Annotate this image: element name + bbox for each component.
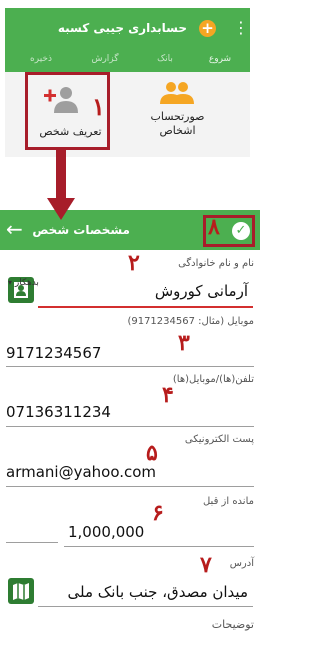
phone-underline	[6, 426, 254, 427]
mobile-label: موبایل (مثال: 9171234567)	[127, 316, 254, 327]
persons-statement-label: صورتحساب اشخاص	[150, 110, 205, 137]
mobile-field[interactable]: 9171234567	[6, 344, 101, 362]
name-field[interactable]: آرمانی کوروش	[155, 282, 248, 300]
balance-field[interactable]: 1,000,000	[68, 523, 144, 541]
step-number-8: ۸	[208, 214, 220, 240]
step-number-3: ۳	[178, 330, 190, 356]
step-number-2: ۲	[128, 250, 140, 276]
balance-type-select[interactable]: ▾ بدهکار	[8, 278, 39, 288]
step-number-7: ۷	[200, 552, 212, 578]
step-number-6: ۶	[152, 500, 164, 526]
balance-label: مانده از قبل	[202, 496, 254, 507]
app-title: حسابداری جیبی کسبه	[57, 21, 187, 35]
tab-report[interactable]: گزارش	[75, 48, 135, 72]
tab-start[interactable]: شروع	[190, 48, 250, 72]
group-icon	[160, 82, 194, 104]
home-tiles: تعریف شخص صورتحساب اشخاص	[5, 72, 250, 157]
confirm-highlight: ۸ ✓	[203, 214, 255, 247]
balance-type-value: بدهکار	[14, 278, 39, 288]
email-field[interactable]: armani@yahoo.com	[6, 463, 156, 481]
person-form: نام و نام خانوادگی ۲ آرمانی کوروش موبایل…	[0, 250, 260, 653]
define-person-label: تعریف شخص	[39, 125, 102, 138]
step-number-1: ۱	[92, 92, 105, 121]
person-add-icon	[44, 87, 78, 113]
map-icon[interactable]	[8, 578, 34, 604]
address-underline	[38, 606, 253, 607]
persons-statement-tile[interactable]: صورتحساب اشخاص	[135, 72, 220, 150]
notes-label[interactable]: توضیحات	[212, 618, 254, 631]
name-label: نام و نام خانوادگی	[178, 258, 254, 269]
check-circle-icon[interactable]: ✓	[232, 222, 250, 240]
address-label: آدرس	[229, 558, 254, 569]
more-vert-icon[interactable]: ⋮	[233, 18, 249, 38]
email-label: پست الکترونیکی	[184, 434, 254, 445]
tab-save[interactable]: ذخیره	[11, 48, 71, 72]
home-screen: ⋮ + حسابداری جیبی کسبه شروع بانک گزارش ذ…	[0, 0, 260, 160]
phone-label: تلفن(ها)/موبایل(ها)	[172, 374, 254, 385]
balance-underline	[64, 546, 254, 547]
phone-field[interactable]: 07136311234	[6, 403, 111, 421]
home-app-bar: ⋮ + حسابداری جیبی کسبه	[5, 8, 250, 48]
balance-type-underline	[6, 542, 58, 543]
address-field[interactable]: میدان مصدق، جنب بانک ملی	[68, 583, 248, 601]
add-icon[interactable]: +	[199, 20, 216, 37]
home-tabs: شروع بانک گزارش ذخیره	[5, 48, 250, 72]
mobile-underline	[6, 366, 254, 367]
form-title: مشخصات شخص	[32, 223, 130, 237]
chevron-down-icon: ▾	[8, 278, 13, 287]
step-number-4: ۴	[162, 382, 174, 408]
tab-bank[interactable]: بانک	[135, 48, 195, 72]
arrow-back-icon[interactable]: ←	[6, 218, 26, 242]
name-underline	[38, 306, 253, 308]
annotation-arrow-head	[47, 198, 75, 220]
email-underline	[6, 486, 254, 487]
annotation-arrow	[56, 150, 66, 202]
